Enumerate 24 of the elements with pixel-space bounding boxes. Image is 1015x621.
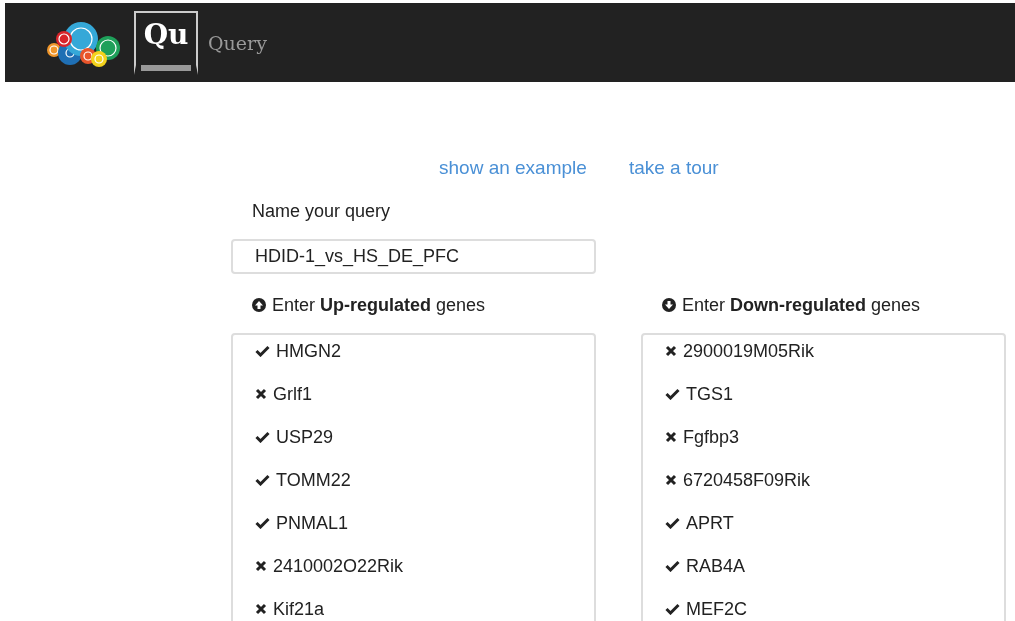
up-arrow-circle-icon bbox=[252, 298, 266, 312]
down-arrow-circle-icon bbox=[662, 298, 676, 312]
gene-list-heading: Enter Up-regulated genes bbox=[272, 294, 486, 316]
gene-list-box[interactable]: 2900019M05Rik TGS1 Fgfbp3 6720458F09Rik APRT RAB4A MEF2C bbox=[641, 333, 1006, 621]
gene-name: TGS1 bbox=[686, 383, 733, 404]
gene-name: TOMM22 bbox=[276, 469, 351, 490]
gene-name: Kif21a bbox=[273, 598, 325, 619]
gene-name: PNMAL1 bbox=[276, 512, 349, 533]
gene-name: 2410002O22Rik bbox=[273, 555, 404, 576]
gene-name: Fgfbp3 bbox=[683, 426, 740, 447]
gene-list-heading: Enter Down-regulated genes bbox=[682, 294, 921, 316]
gene-name: MEF2C bbox=[686, 598, 747, 619]
gene-name: Grlf1 bbox=[273, 383, 312, 404]
gene-name: RAB4A bbox=[686, 555, 746, 576]
gene-name: USP29 bbox=[276, 426, 334, 447]
gene-name: APRT bbox=[686, 512, 734, 533]
page-title: Query bbox=[208, 31, 267, 54]
logo-text: Qu bbox=[143, 16, 189, 53]
query-name-field[interactable]: HDID-1_vs_HS_DE_PFC bbox=[231, 239, 596, 274]
query-name-label: Name your query bbox=[252, 201, 391, 222]
gene-list-box[interactable]: HMGN2 Grlf1 USP29 TOMM22 PNMAL1 2410002O22Rik Kif21a bbox=[231, 333, 596, 621]
gene-name: 2900019M05Rik bbox=[683, 340, 815, 361]
gene-name: 6720458F09Rik bbox=[683, 469, 811, 490]
gene-name: HMGN2 bbox=[276, 340, 341, 361]
